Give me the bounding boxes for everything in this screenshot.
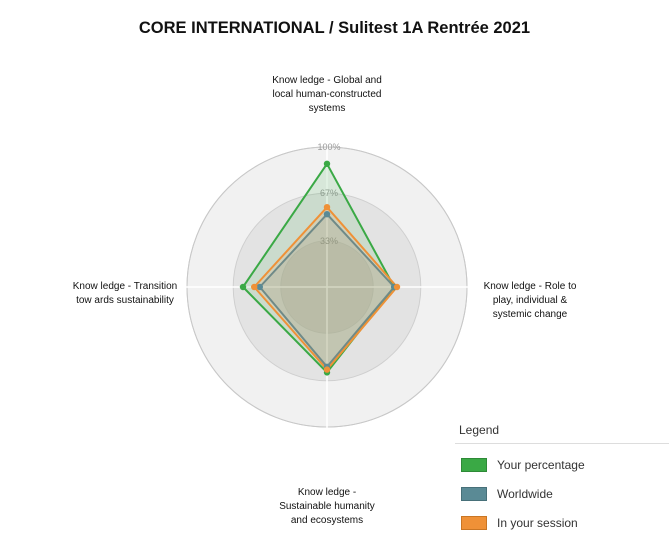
legend: Legend Your percentage Worldwide In your… bbox=[455, 423, 669, 530]
axis-label-transition: Know ledge - Transition tow ards sustain… bbox=[72, 281, 178, 306]
legend-label: Your percentage bbox=[497, 458, 585, 472]
legend-label: In your session bbox=[497, 516, 578, 530]
legend-swatch-teal bbox=[461, 487, 487, 501]
radar-point[interactable] bbox=[323, 366, 331, 373]
axis-label-role-to-play: Know ledge - Role to play, individual & … bbox=[483, 281, 577, 320]
radar-point[interactable] bbox=[239, 283, 247, 291]
legend-item-your-percentage[interactable]: Your percentage bbox=[461, 457, 585, 473]
axis-label-sustainable-humanity: Know ledge - Sustainable humanity and ec… bbox=[279, 487, 375, 526]
legend-swatch-orange bbox=[461, 516, 487, 530]
radar-point[interactable] bbox=[323, 211, 331, 218]
legend-item-in-your-session[interactable]: In your session bbox=[461, 515, 578, 531]
legend-title: Legend bbox=[455, 423, 669, 444]
radar-point[interactable] bbox=[251, 283, 258, 291]
legend-swatch-green bbox=[461, 458, 487, 472]
radar-point[interactable] bbox=[256, 283, 263, 291]
legend-label: Worldwide bbox=[497, 487, 553, 501]
axis-label-global-systems: Know ledge - Global and local human-cons… bbox=[272, 75, 382, 114]
radar-point[interactable] bbox=[323, 160, 331, 167]
radar-point[interactable] bbox=[323, 204, 331, 211]
radar-point[interactable] bbox=[393, 283, 401, 291]
legend-item-worldwide[interactable]: Worldwide bbox=[461, 486, 553, 502]
radar-tick-label: 100% bbox=[317, 142, 340, 152]
